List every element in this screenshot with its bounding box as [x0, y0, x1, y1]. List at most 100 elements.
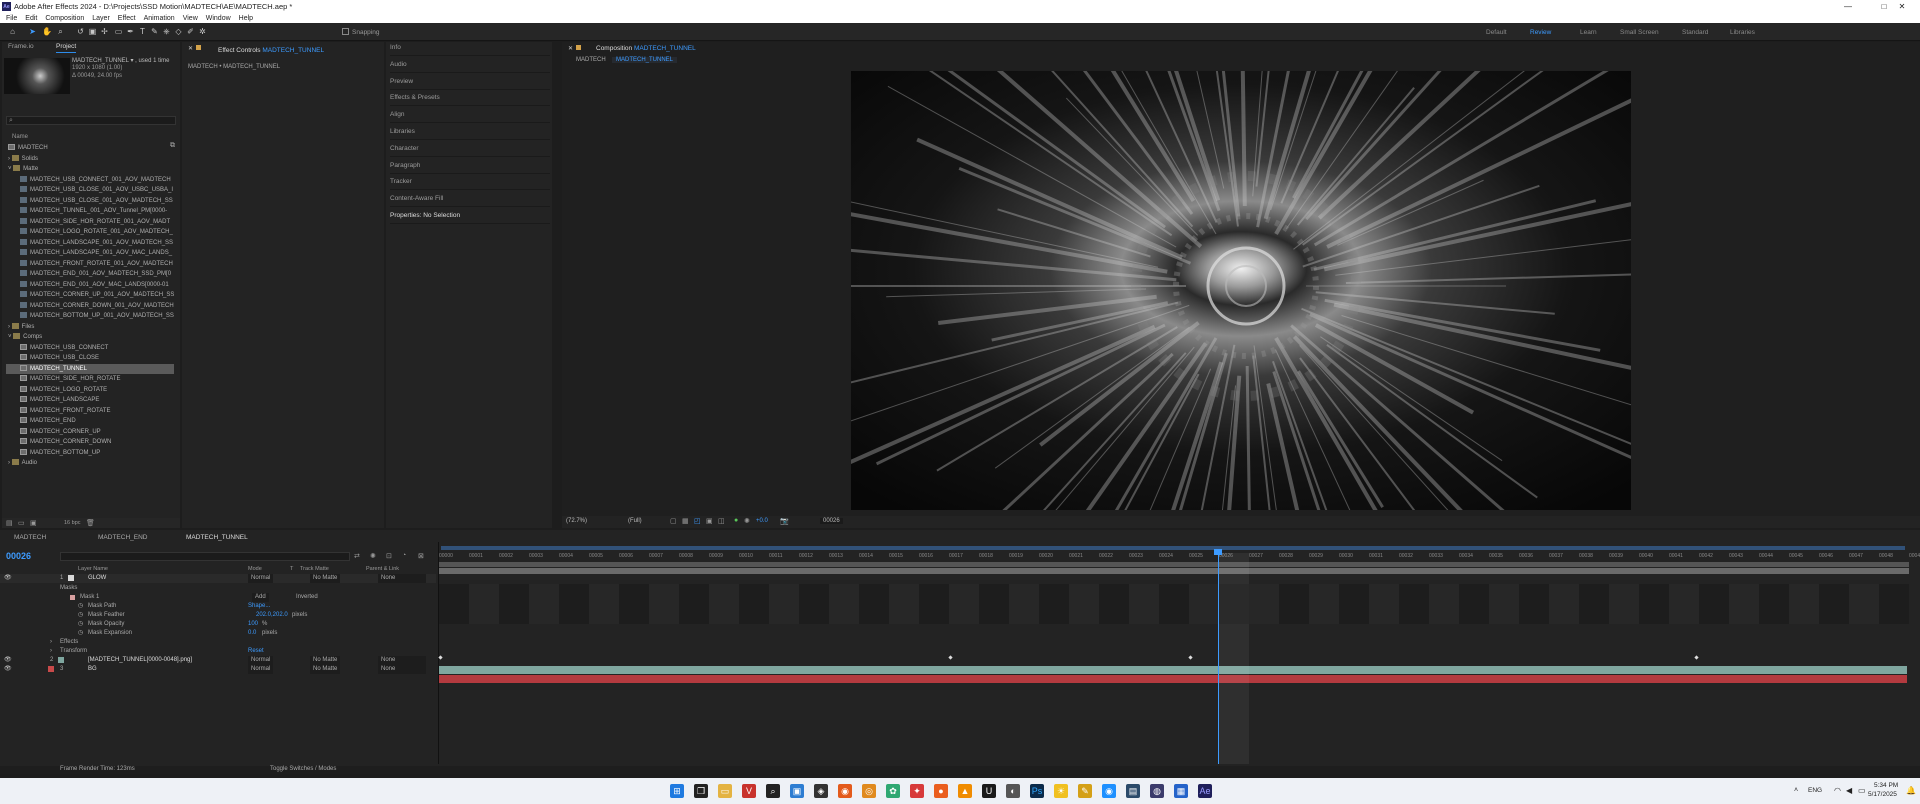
layer-1-bar[interactable]: [439, 562, 1909, 567]
color-management-icon[interactable]: ●: [734, 517, 738, 524]
shy-layers-icon[interactable]: ⊡: [386, 552, 392, 560]
parent-dropdown[interactable]: None: [378, 574, 426, 583]
menu-animation[interactable]: Animation: [144, 15, 175, 22]
app-icon[interactable]: ◉: [838, 784, 852, 798]
channel-icon[interactable]: ◫: [718, 517, 725, 525]
workspace-libraries[interactable]: Libraries: [1730, 29, 1755, 36]
task-view-icon[interactable]: ❐: [694, 784, 708, 798]
project-folder-item[interactable]: ˅ Comps: [6, 332, 174, 342]
project-item[interactable]: MADTECH_USB_CONNECT: [6, 343, 174, 353]
mask-visibility-icon[interactable]: ◰: [694, 517, 701, 525]
col-mode[interactable]: Mode: [248, 566, 262, 572]
menu-file[interactable]: File: [6, 15, 17, 22]
work-area-bar[interactable]: [441, 546, 1905, 550]
menu-window[interactable]: Window: [206, 15, 231, 22]
project-item[interactable]: MADTECH_BOTTOM_UP_001_AOV_MADTECH_SS: [6, 311, 174, 321]
project-item[interactable]: MADTECH_TUNNEL: [6, 363, 174, 374]
masks-group-row[interactable]: Masks: [0, 584, 436, 593]
draft-3d-icon[interactable]: ✺: [370, 552, 376, 560]
twirl-icon[interactable]: ›: [50, 647, 52, 656]
zoom-dropdown[interactable]: (72.7%): [566, 518, 587, 524]
input-language[interactable]: ENG: [1808, 787, 1822, 794]
col-track-matte[interactable]: Track Matte: [300, 566, 329, 572]
vlc-icon[interactable]: ▲: [958, 784, 972, 798]
chevron-up-icon[interactable]: ˄: [1794, 787, 1798, 794]
side-panel-7[interactable]: Paragraph: [390, 160, 550, 174]
track-matte-dropdown[interactable]: No Matte: [310, 574, 341, 583]
track-matte-dropdown[interactable]: No Matte: [310, 656, 341, 665]
workspace-standard[interactable]: Standard: [1682, 29, 1708, 36]
layer-row-3[interactable]: 👁 3 BG Normal No Matte None: [0, 665, 436, 674]
layer-color-label[interactable]: [68, 575, 74, 581]
side-panel-10[interactable]: Properties: No Selection: [390, 210, 550, 224]
layer-1-track[interactable]: [439, 568, 1909, 574]
home-icon[interactable]: ⌂: [8, 27, 17, 36]
type-tool-icon[interactable]: T: [138, 27, 147, 36]
start-menu-icon[interactable]: ⊞: [670, 784, 684, 798]
mask-expansion-value[interactable]: 0.0: [248, 629, 256, 638]
clock-date[interactable]: 5/17/2025: [1868, 791, 1897, 798]
mask-opacity-value[interactable]: 100: [248, 620, 258, 629]
side-panel-8[interactable]: Tracker: [390, 176, 550, 191]
project-item[interactable]: MADTECH_CORNER_DOWN_001_AOV_MADTECH: [6, 301, 174, 311]
comp-lock-icon[interactable]: [576, 45, 581, 50]
layer-name[interactable]: GLOW: [88, 574, 106, 583]
hand-tool-icon[interactable]: ✋: [42, 27, 52, 36]
selection-tool-icon[interactable]: ➤: [28, 27, 37, 36]
side-panel-3[interactable]: Effects & Presets: [390, 92, 550, 107]
playhead[interactable]: [1218, 551, 1219, 764]
resolution-dropdown[interactable]: (Full): [628, 518, 642, 524]
tab-effect-controls[interactable]: Effect Controls MADTECH_TUNNEL: [218, 47, 324, 54]
effects-group-row[interactable]: › Effects: [0, 638, 436, 647]
time-ruler[interactable]: 00000 00001 00002 00003 00004 00005 00006 00007…: [439, 553, 1920, 561]
project-item[interactable]: MADTECH_FRONT_ROTATE_001_AOV_MADTECH: [6, 259, 174, 269]
mask-inverted-checkbox[interactable]: Inverted: [296, 593, 318, 602]
exposure-icon[interactable]: ✺: [744, 517, 750, 525]
app-icon[interactable]: ✦: [910, 784, 924, 798]
layer-mode-dropdown[interactable]: Normal: [248, 665, 274, 674]
project-search-input[interactable]: ⌕: [6, 116, 176, 125]
pen-tool-icon[interactable]: ✒: [126, 27, 135, 36]
zoom-tool-icon[interactable]: ⌕: [56, 27, 65, 36]
eraser-tool-icon[interactable]: ◇: [174, 27, 183, 36]
mask1-row[interactable]: Mask 1 Add Inverted: [0, 593, 436, 602]
project-item[interactable]: MADTECH_END_001_AOV_MADTECH_SSD_PM[0: [6, 269, 174, 279]
tab-project[interactable]: Project: [56, 43, 77, 53]
region-of-interest-icon[interactable]: ▢: [670, 517, 677, 525]
vivaldi-icon[interactable]: V: [742, 784, 756, 798]
column-name-header[interactable]: Name: [12, 134, 28, 140]
timeline-tab-madtech[interactable]: MADTECH: [14, 534, 46, 541]
rectangle-tool-icon[interactable]: ▭: [114, 27, 123, 36]
layer-color-label[interactable]: [48, 666, 54, 672]
project-item[interactable]: MADTECH_CORNER_UP: [6, 427, 174, 437]
stopwatch-icon[interactable]: ◷: [78, 611, 83, 620]
comp-crumb-madtech[interactable]: MADTECH: [576, 57, 606, 63]
interpret-footage-icon[interactable]: ▤: [6, 519, 13, 527]
mask-mode-dropdown[interactable]: Add: [252, 593, 269, 602]
side-panel-1[interactable]: Audio: [390, 59, 550, 73]
firefox-icon[interactable]: ●: [934, 784, 948, 798]
playhead-handle[interactable]: [1214, 549, 1222, 555]
layer-3-bar[interactable]: [439, 675, 1907, 683]
snapping-checkbox[interactable]: [342, 28, 349, 35]
tab-frameio[interactable]: Frame.io: [8, 43, 34, 50]
panel-lock-icon[interactable]: [196, 45, 201, 50]
panel-close-icon[interactable]: ✕: [188, 45, 193, 52]
trash-icon[interactable]: 🗑: [86, 519, 95, 527]
comp-flowchart-icon[interactable]: ⇄: [354, 552, 360, 560]
project-folder-item[interactable]: › Audio: [6, 458, 174, 468]
keyframe[interactable]: [1694, 655, 1699, 660]
side-panel-4[interactable]: Align: [390, 109, 550, 124]
mask-expansion-row[interactable]: ◷ Mask Expansion 0.0 pixels: [0, 629, 436, 638]
brush-tool-icon[interactable]: ✎: [150, 27, 159, 36]
stopwatch-icon[interactable]: ◷: [78, 620, 83, 629]
project-item[interactable]: MADTECH_CORNER_DOWN: [6, 437, 174, 447]
volume-icon[interactable]: ◀: [1846, 786, 1852, 795]
side-panel-2[interactable]: Preview: [390, 76, 550, 90]
app-icon[interactable]: ▤: [1126, 784, 1140, 798]
menu-view[interactable]: View: [183, 15, 198, 22]
grid-guides-icon[interactable]: ▣: [706, 517, 713, 525]
stopwatch-icon[interactable]: ◷: [78, 629, 83, 638]
project-item[interactable]: MADTECH_LOGO_ROTATE_001_AOV_MADTECH_: [6, 227, 174, 237]
layer-mode-dropdown[interactable]: Normal: [248, 574, 274, 583]
